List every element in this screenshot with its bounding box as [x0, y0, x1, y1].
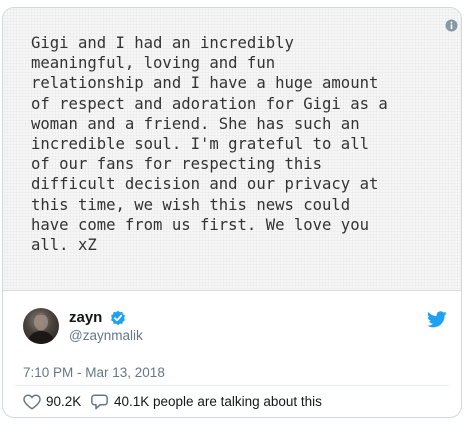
verified-badge-icon	[111, 310, 125, 326]
heart-icon[interactable]	[23, 394, 41, 410]
note-text: Gigi and I had an incredibly meaningful,…	[31, 34, 388, 255]
divider	[15, 385, 449, 386]
info-icon[interactable]	[445, 19, 458, 32]
speech-bubble-icon[interactable]	[91, 394, 108, 410]
notes-app-screenshot: Gigi and I had an incredibly meaningful,…	[3, 8, 461, 291]
twitter-bird-icon[interactable]	[427, 311, 447, 328]
like-count[interactable]: 90.2K	[46, 394, 81, 410]
avatar[interactable]	[23, 308, 59, 344]
author-display-name[interactable]: zayn	[69, 309, 102, 327]
tweet-timestamp[interactable]: 7:10 PM - Mar 13, 2018	[23, 365, 165, 381]
author-handle[interactable]: @zaynmalik	[69, 328, 143, 344]
tweet-embed-card: Gigi and I had an incredibly meaningful,…	[2, 7, 462, 418]
conversation-count-link[interactable]: 40.1K people are talking about this	[114, 394, 322, 410]
